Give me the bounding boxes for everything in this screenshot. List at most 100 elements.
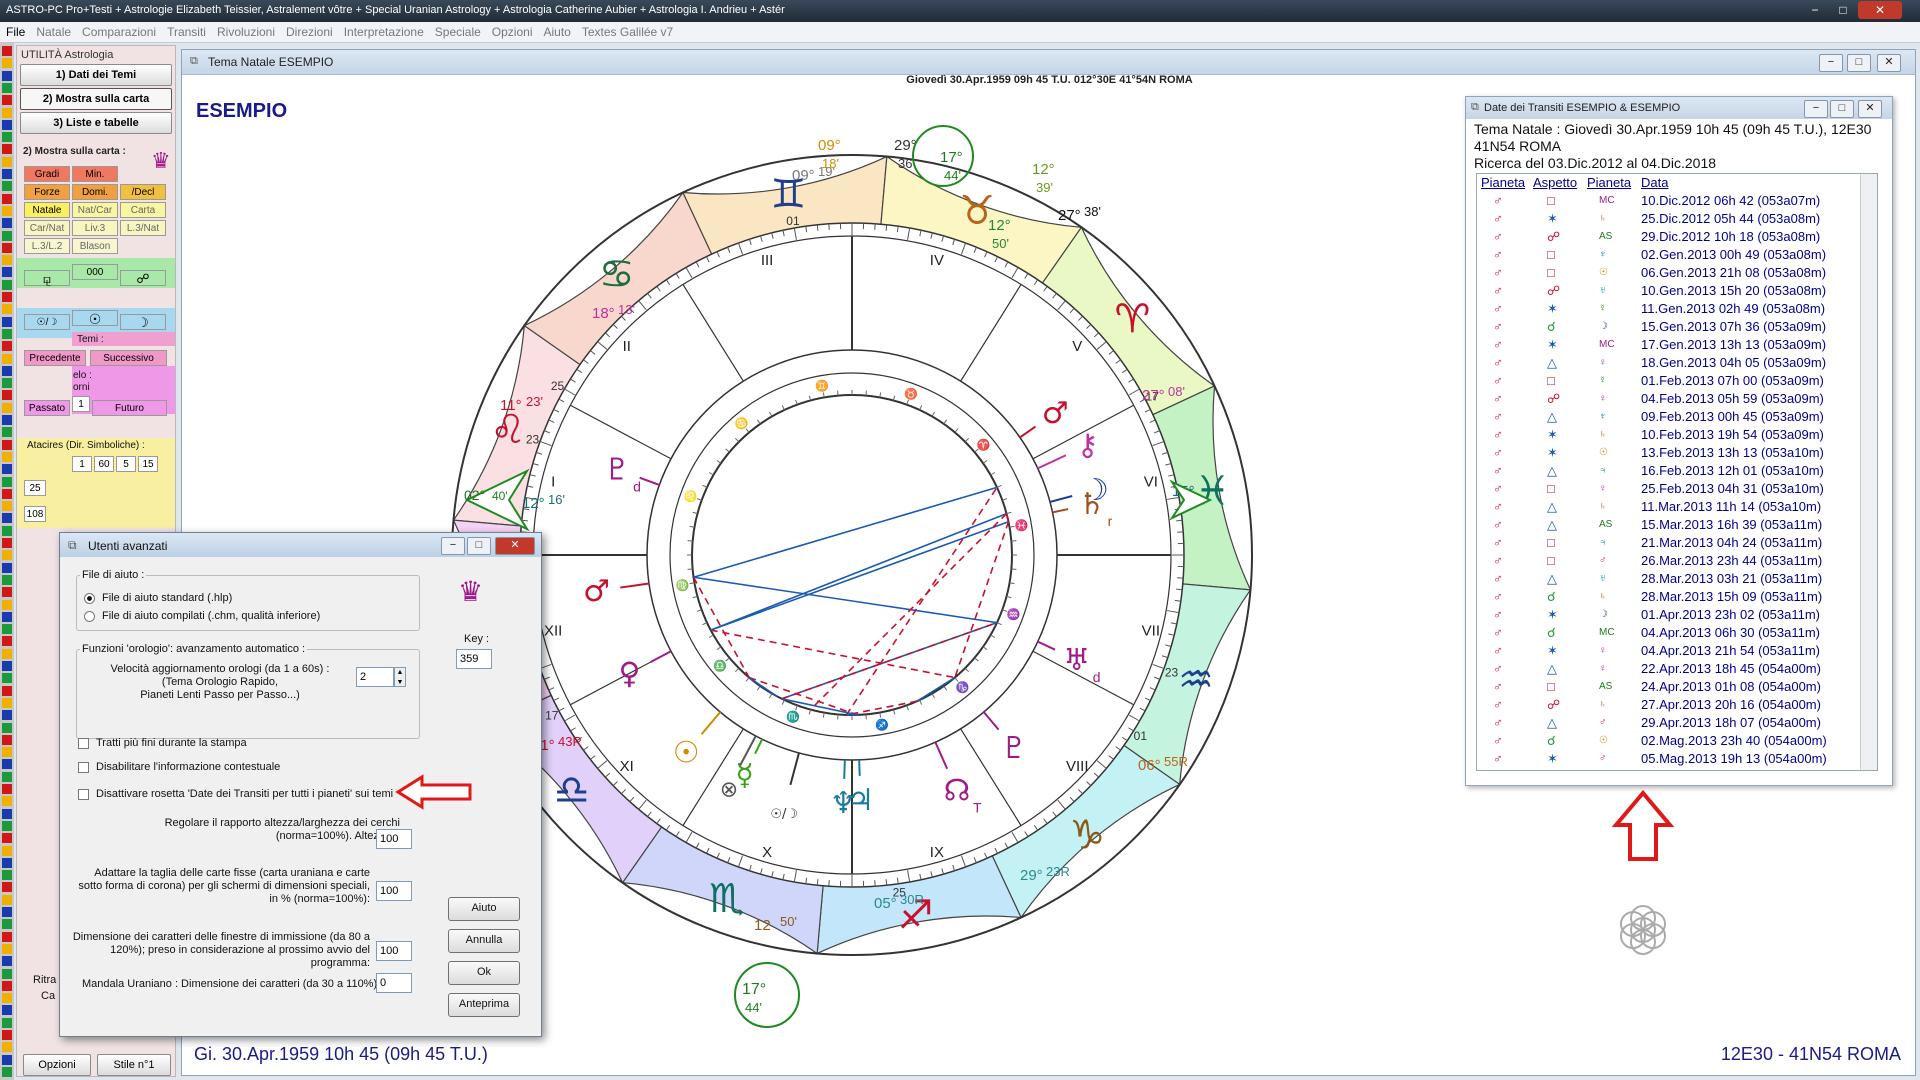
left-value-2[interactable]: 108 (24, 506, 46, 522)
precedente-button[interactable]: Precedente (24, 350, 86, 366)
domi-button[interactable]: Domi. (72, 184, 118, 200)
menu-item[interactable]: Direzioni (280, 22, 338, 39)
anteprima-button[interactable]: Anteprima (448, 993, 520, 1017)
maximize-button[interactable]: □ (1830, 1, 1856, 19)
transit-list[interactable]: Pianeta Aspetto Pianeta Data ♂ □ MC 10.Dic.… (1476, 173, 1878, 771)
transit-scrollbar[interactable] (1860, 174, 1877, 770)
planet-glyph[interactable]: ♂ (583, 574, 610, 609)
transit-row[interactable]: ♂ ✶ ☽ 01.Apr.2013 23h 02 (053a11m) (1477, 606, 1865, 624)
radio-compilati[interactable] (84, 611, 95, 622)
chk-contestuale[interactable] (78, 762, 89, 773)
col-data[interactable]: Data (1641, 175, 1668, 190)
minimize-button[interactable]: − (1802, 1, 1828, 19)
transit-row[interactable]: ♂ ☍ ♀ 04.Feb.2013 05h 59 (053a09m) (1477, 390, 1865, 408)
natale-button[interactable]: Natale (24, 202, 70, 218)
atacires-value-3[interactable]: 5 (116, 456, 136, 472)
orologio-speed-input[interactable]: 2 (356, 667, 394, 687)
left-value-1[interactable]: 25 (24, 480, 46, 496)
ok-button[interactable]: Ok (448, 961, 520, 985)
planet-glyph[interactable]: ☉ (673, 736, 700, 771)
transit-row[interactable]: ♂ □ MC 10.Dic.2012 06h 42 (053a07m) (1477, 192, 1865, 210)
transit-row[interactable]: ♂ ☍ ♄ 27.Apr.2013 20h 16 (054a00m) (1477, 696, 1865, 714)
opposition-button[interactable]: ☍ (120, 270, 166, 286)
planet-glyph[interactable]: ☉/☽ (770, 807, 798, 822)
transit-row[interactable]: ♂ ✶ MC 17.Gen.2013 13h 13 (053a09m) (1477, 336, 1865, 354)
transit-row[interactable]: ♂ ☌ MC 04.Apr.2013 06h 30 (053a11m) (1477, 624, 1865, 642)
planet-glyph[interactable]: ♇ (1001, 731, 1028, 766)
chk-tratti[interactable] (78, 738, 89, 749)
menu-item[interactable]: Transiti (161, 22, 211, 39)
transit-row[interactable]: ♂ ✶ ☉ 13.Feb.2013 13h 13 (053a10m) (1477, 444, 1865, 462)
menu-item[interactable]: Natale (30, 22, 76, 39)
successivo-button[interactable]: Successivo (90, 350, 167, 366)
key-input[interactable]: 359 (456, 649, 492, 669)
transit-close-button[interactable]: ✕ (1858, 100, 1882, 118)
carnat-button[interactable]: Car/Nat (24, 220, 70, 236)
transit-row[interactable]: ♂ △ ♀ 22.Apr.2013 18h 45 (054a00m) (1477, 660, 1865, 678)
transit-row[interactable]: ♂ △ ♅ 28.Mar.2013 03h 21 (053a11m) (1477, 570, 1865, 588)
transit-row[interactable]: ♂ □ ♂ 26.Mar.2013 23h 44 (053a11m) (1477, 552, 1865, 570)
transit-row[interactable]: ♂ ✶ ♄ 10.Feb.2013 19h 54 (053a09m) (1477, 426, 1865, 444)
l3nat-button[interactable]: L.3/Nat (120, 220, 166, 236)
menu-item[interactable]: Textes Galilée v7 (576, 22, 678, 39)
planet-glyph[interactable]: ♆ (830, 786, 857, 821)
moon-button[interactable]: ☽ (120, 314, 166, 330)
futuro-button[interactable]: Futuro (92, 400, 167, 416)
ratio-input[interactable]: 100 (376, 829, 412, 849)
planet-glyph[interactable]: ♇ (604, 452, 631, 487)
planet-glyph[interactable]: ♅ (1063, 643, 1090, 678)
mostra-carta-button[interactable]: 2) Mostra sulla carta (20, 88, 172, 110)
transit-row[interactable]: ♂ ✶ ☿ 11.Gen.2013 02h 49 (053a08m) (1477, 300, 1865, 318)
aspect-000-button[interactable]: 000 (72, 264, 118, 280)
atacires-value-1[interactable]: 1 (72, 456, 92, 472)
transit-row[interactable]: ♂ □ ♃ 21.Mar.2013 04h 24 (053a11m) (1477, 534, 1865, 552)
col-pianeta-1[interactable]: Pianeta (1481, 175, 1525, 190)
font-size-input[interactable]: 100 (376, 941, 412, 961)
transit-row[interactable]: ♂ □ AS 24.Apr.2013 01h 08 (054a00m) (1477, 678, 1865, 696)
dialog-minimize-button[interactable]: − (441, 537, 465, 555)
gradi-button[interactable]: Gradi (24, 166, 70, 182)
transit-row[interactable]: ♂ □ ♆ 02.Gen.2013 00h 49 (053a08m) (1477, 246, 1865, 264)
natcar-button[interactable]: Nat/Car (72, 202, 118, 218)
menu-item[interactable]: File (0, 22, 30, 39)
transit-row[interactable]: ♂ △ ♃ 16.Feb.2013 12h 01 (053a10m) (1477, 462, 1865, 480)
planet-glyph[interactable]: ♀ (619, 656, 641, 691)
transit-row[interactable]: ♂ ☌ ♄ 28.Mar.2013 15h 09 (053a11m) (1477, 588, 1865, 606)
transit-row[interactable]: ♂ ☌ ☽ 15.Gen.2013 07h 36 (053a09m) (1477, 318, 1865, 336)
atacires-value-2[interactable]: 60 (94, 456, 114, 472)
close-button[interactable]: ✕ (1858, 1, 1902, 19)
min-button[interactable]: Min. (72, 166, 118, 182)
stile-button[interactable]: Stile n°1 (97, 1054, 171, 1076)
mandala-input[interactable]: 0 (376, 973, 412, 993)
menu-item[interactable]: Comparazioni (76, 22, 161, 39)
sextile-button[interactable]: ⚼ (24, 270, 70, 286)
sun-button[interactable]: ☉ (72, 310, 118, 327)
planet-glyph[interactable]: ☊ (944, 774, 971, 809)
aiuto-button[interactable]: Aiuto (448, 897, 520, 921)
transit-row[interactable]: ♂ △ AS 15.Mar.2013 16h 39 (053a11m) (1477, 516, 1865, 534)
dialog-close-button[interactable]: ✕ (495, 537, 535, 555)
dialog-maximize-button[interactable]: □ (467, 537, 491, 555)
transit-row[interactable]: ♂ ☍ AS 29.Dic.2012 10h 18 (053a08m) (1477, 228, 1865, 246)
annulla-button[interactable]: Annulla (448, 929, 520, 953)
transit-row[interactable]: ♂ □ ☉ 06.Gen.2013 21h 08 (053a08m) (1477, 264, 1865, 282)
col-aspetto[interactable]: Aspetto (1533, 175, 1577, 190)
dati-temi-button[interactable]: 1) Dati dei Temi (20, 64, 172, 86)
l3l2-button[interactable]: L.3/L.2 (24, 238, 70, 254)
planet-glyph[interactable]: ⊗ (720, 777, 738, 802)
transit-row[interactable]: ♂ ✶ ♀ 04.Apr.2013 21h 54 (053a11m) (1477, 642, 1865, 660)
liste-tabelle-button[interactable]: 3) Liste e tabelle (20, 112, 172, 134)
blason-button[interactable]: Blason (72, 238, 118, 254)
step-field[interactable]: 1 (72, 396, 90, 412)
transit-row[interactable]: ♂ ☌ ☉ 02.Mag.2013 23h 40 (054a00m) (1477, 732, 1865, 750)
transit-row[interactable]: ♂ ☍ ♅ 10.Gen.2013 15h 20 (053a08m) (1477, 282, 1865, 300)
transit-row[interactable]: ♂ △ ♀ 18.Gen.2013 04h 05 (053a09m) (1477, 354, 1865, 372)
transit-minimize-button[interactable]: − (1804, 100, 1828, 118)
menu-item[interactable]: Rivoluzioni (211, 22, 280, 39)
sun-moon-button[interactable]: ☉/☽ (24, 314, 70, 330)
transit-row[interactable]: ♂ △ ♂ 29.Apr.2013 18h 07 (054a00m) (1477, 714, 1865, 732)
fixed-size-input[interactable]: 100 (376, 881, 412, 901)
menu-item[interactable]: Speciale (429, 22, 486, 39)
transit-row[interactable]: ♂ ☍ ♅ 07.Mag.2013 02h 31 (054a00m) (1477, 768, 1865, 770)
menu-item[interactable]: Interpretazione (338, 22, 429, 39)
